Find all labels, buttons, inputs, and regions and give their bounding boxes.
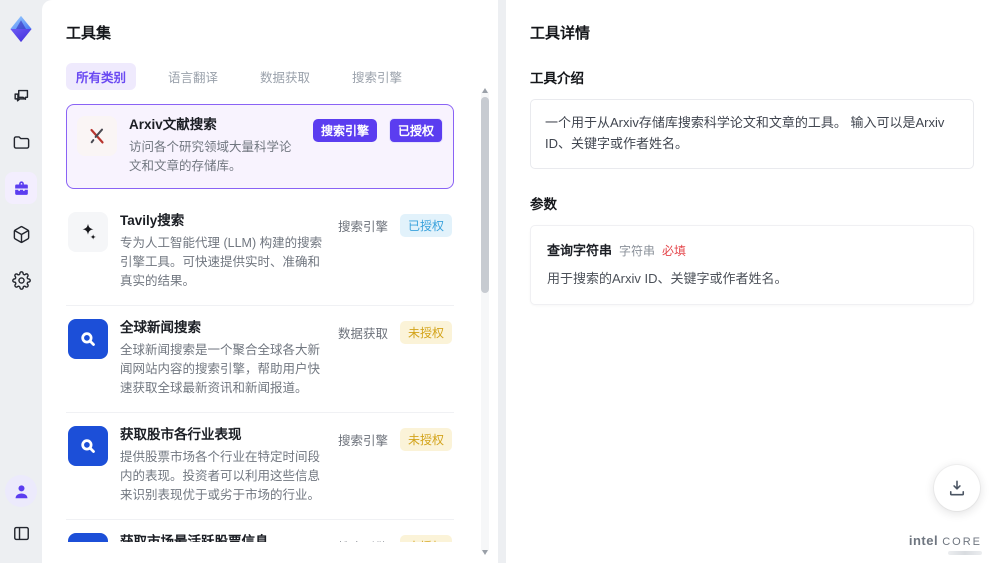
category-label: 数据获取 — [337, 326, 388, 341]
param-card: 查询字符串 字符串 必填用于搜索的Arxiv ID、关键字或作者姓名。 — [530, 224, 974, 306]
category-label: 搜索引擎 — [338, 537, 388, 542]
intel-core-logo: intel CORE — [909, 534, 982, 555]
sidebar-toggle-icon[interactable] — [5, 517, 37, 549]
blue-search-tool-icon — [68, 425, 108, 466]
scroll-down-arrow-icon[interactable] — [482, 550, 488, 555]
settings-gear-icon[interactable] — [5, 264, 37, 296]
app-logo-icon[interactable] — [4, 12, 38, 46]
tool-details-panel: 工具详情 工具介绍 一个用于从Arxiv存储库搜索科学论文和文章的工具。 输入可… — [506, 0, 1000, 563]
tool-description: 全球新闻搜索是一个聚合全球各大新闻网站内容的搜索引擎，帮助用户快速获取全球最新资… — [120, 342, 321, 396]
status-badge: 已授权 — [388, 118, 443, 143]
tab-category-1[interactable]: 语言翻译 — [158, 63, 228, 90]
blue-search-tool-icon — [68, 532, 108, 542]
scroll-up-arrow-icon[interactable] — [482, 88, 488, 93]
intel-brand-text: intel — [908, 533, 939, 548]
tool-row[interactable]: 获取股市各行业表现提供股票市场各个行业在特定时间段内的表现。投资者可以利用这些信… — [66, 413, 454, 520]
params-list: 查询字符串 字符串 必填用于搜索的Arxiv ID、关键字或作者姓名。 — [530, 224, 974, 306]
param-description: 用于搜索的Arxiv ID、关键字或作者姓名。 — [547, 270, 788, 286]
tool-description: 提供股票市场各个行业在特定时间段内的表现。投资者可以利用这些信息来识别表现优于或… — [120, 449, 321, 503]
user-profile-icon[interactable] — [5, 475, 37, 507]
tab-all-categories[interactable]: 所有类别 — [66, 63, 137, 90]
tool-name: Tavily搜索 — [120, 212, 185, 228]
param-required-label: 必填 — [662, 243, 687, 258]
tool-name: 全球新闻搜索 — [120, 319, 201, 335]
tool-name: 获取股市各行业表现 — [120, 426, 242, 442]
category-badge: 搜索引擎 — [312, 119, 377, 142]
toolbox-icon[interactable] — [5, 172, 37, 204]
arxiv-tool-icon — [77, 116, 117, 156]
tab-category-3[interactable]: 搜索引擎 — [342, 63, 412, 90]
download-icon — [949, 480, 965, 496]
list-scrollbar[interactable] — [481, 88, 489, 555]
param-name: 查询字符串 — [547, 242, 613, 258]
params-heading: 参数 — [530, 196, 557, 212]
tool-name: 获取市场最活跃股票信息 — [120, 533, 269, 542]
sparkle-tool-icon — [68, 211, 108, 252]
status-badge: 未授权 — [399, 427, 452, 451]
tool-name: Arxiv文献搜索 — [129, 117, 217, 132]
intro-heading: 工具介绍 — [530, 71, 584, 86]
tool-intro-text: 一个用于从Arxiv存储库搜索科学论文和文章的工具。 输入可以是Arxiv ID… — [530, 99, 974, 169]
category-label: 搜索引擎 — [337, 219, 388, 234]
toolset-panel: 工具集 所有类别 语言翻译 数据获取 搜索引擎 Arxiv文献搜索 访问各个研究领域大量… — [42, 0, 498, 563]
tool-row[interactable]: 获取市场最活跃股票信息提供当天交易量最高的股票列表。投资者可以利用这些信息来识别… — [66, 520, 454, 542]
tool-row[interactable]: Arxiv文献搜索访问各个研究领域大量科学论文和文章的存储库。 搜索引擎 已授权 — [66, 104, 454, 189]
category-tabs: 所有类别 语言翻译 数据获取 搜索引擎 — [66, 63, 472, 90]
tool-description: 访问各个研究领域大量科学论文和文章的存储库。 — [129, 139, 292, 174]
folder-icon[interactable] — [5, 126, 37, 158]
page-title: 工具集 — [66, 25, 112, 42]
status-badge: 未授权 — [399, 320, 452, 344]
tool-row[interactable]: Tavily搜索专为人工智能代理 (LLM) 构建的搜索引擎工具。可快速提供实时… — [66, 199, 454, 306]
download-button[interactable] — [934, 465, 980, 511]
tool-list: Arxiv文献搜索 访问各个研究领域大量科学论文和文章的存储库。 搜索引擎 已授权 Ta… — [66, 104, 472, 542]
tab-category-2[interactable]: 数据获取 — [250, 63, 320, 90]
category-label: 搜索引擎 — [337, 433, 388, 448]
scrollbar-thumb[interactable] — [481, 97, 489, 293]
core-brand-text: CORE — [942, 536, 982, 548]
intel-logo-shine — [948, 551, 982, 555]
cube-icon[interactable] — [5, 218, 37, 250]
sidebar — [0, 0, 42, 563]
blue-search-tool-icon — [68, 318, 108, 359]
tool-row[interactable]: 全球新闻搜索全球新闻搜索是一个聚合全球各大新闻网站内容的搜索引擎，帮助用户快速获… — [66, 306, 454, 413]
param-type: 字符串 — [619, 243, 656, 258]
details-title: 工具详情 — [530, 25, 591, 42]
status-badge: 已授权 — [399, 213, 452, 237]
status-badge: 未授权 — [399, 534, 452, 542]
tool-description: 专为人工智能代理 (LLM) 构建的搜索引擎工具。可快速提供实时、准确和真实的结… — [120, 235, 323, 289]
chat-icon[interactable] — [5, 80, 37, 112]
